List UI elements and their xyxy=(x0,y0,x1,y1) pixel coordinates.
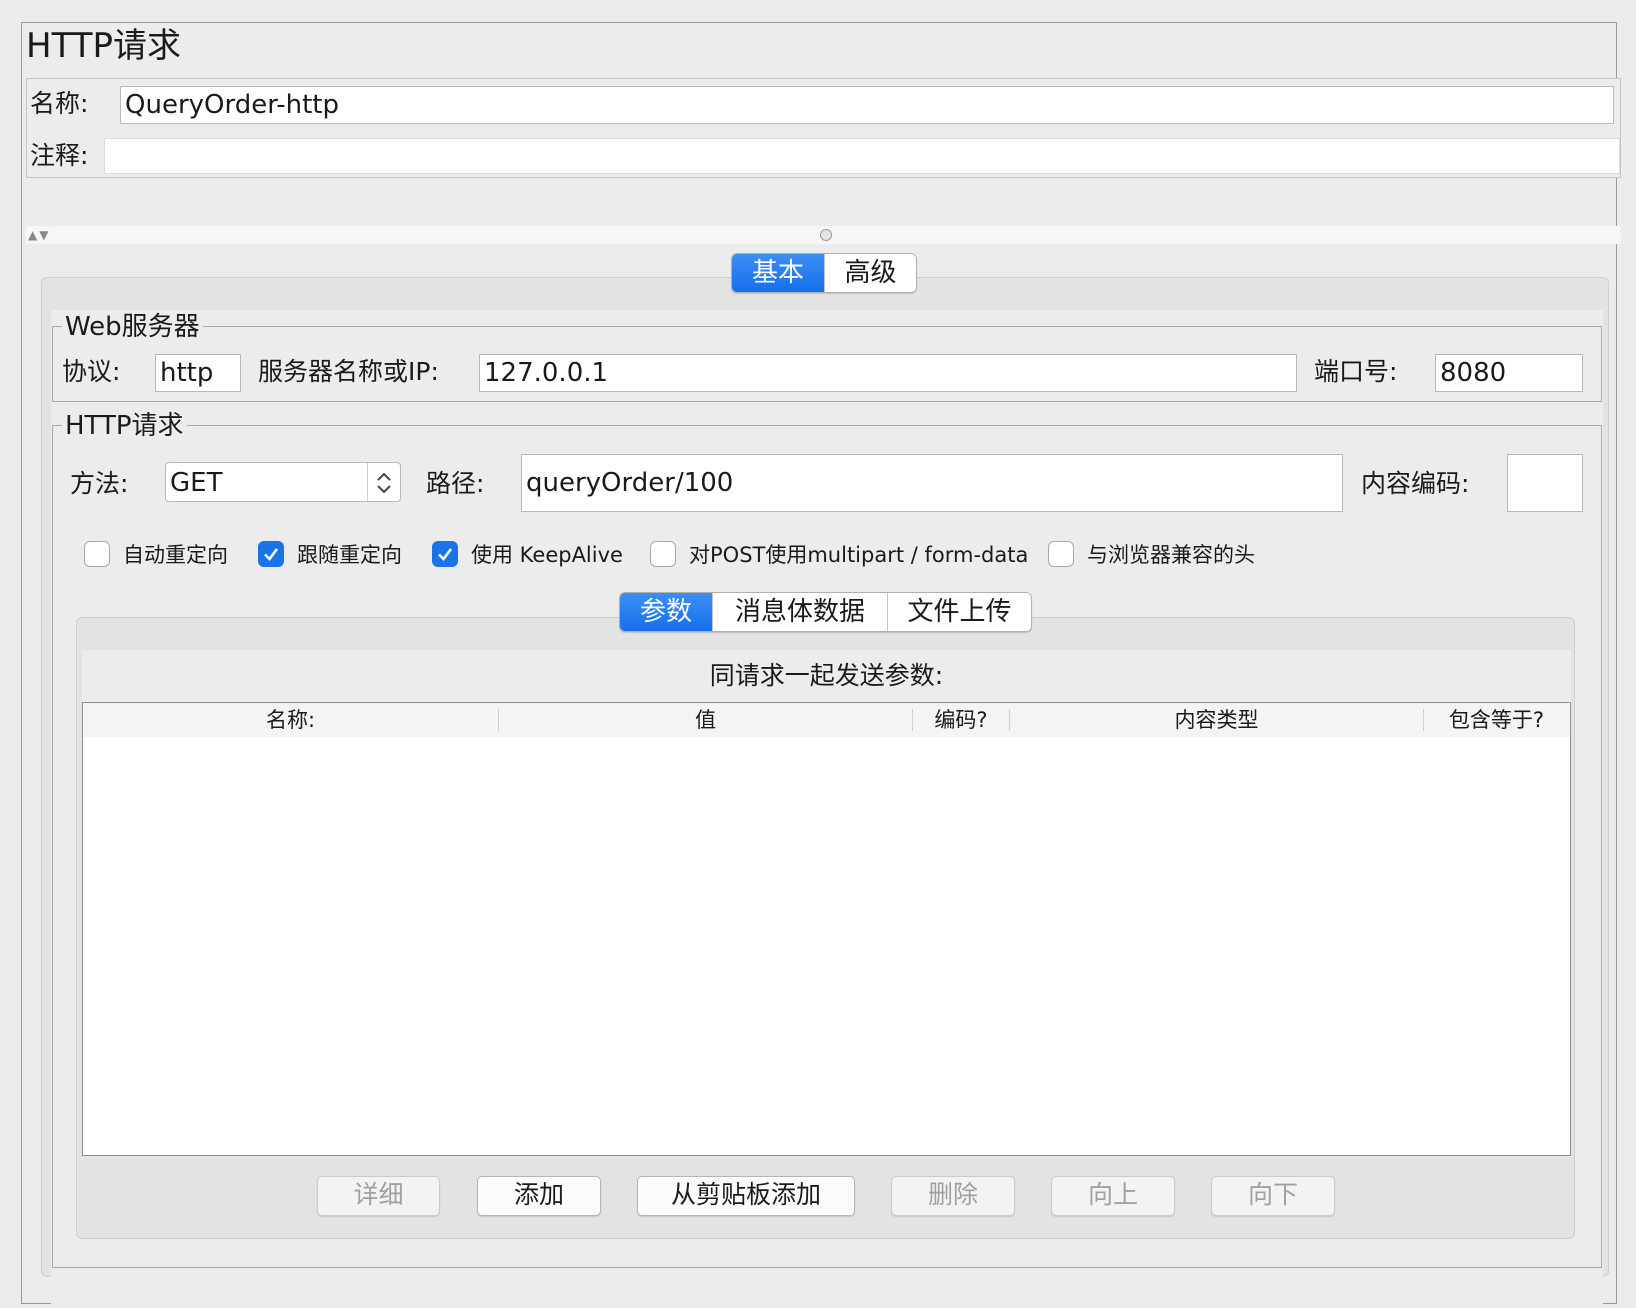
params-table-header: 名称: 值 编码? 内容类型 包含等于? xyxy=(83,703,1570,737)
name-input[interactable]: QueryOrder-http xyxy=(120,86,1614,124)
name-label: 名称: xyxy=(30,86,88,122)
method-value: GET xyxy=(170,465,222,501)
column-header-value[interactable]: 值 xyxy=(499,705,912,735)
method-select[interactable]: GET xyxy=(165,462,401,502)
option-auto-redirect[interactable]: 自动重定向 xyxy=(84,539,228,569)
comment-input[interactable] xyxy=(104,138,1620,174)
method-label: 方法: xyxy=(70,466,128,502)
option-label: 跟随重定向 xyxy=(297,539,402,569)
encoding-label: 内容编码: xyxy=(1361,466,1469,502)
select-arrows-icon xyxy=(372,469,396,497)
tab-body-data[interactable]: 消息体数据 xyxy=(712,593,887,631)
move-up-button[interactable]: 向上 xyxy=(1051,1176,1175,1216)
column-header-include-equals[interactable]: 包含等于? xyxy=(1424,705,1569,735)
tab-file-upload[interactable]: 文件上传 xyxy=(887,593,1031,631)
option-label: 自动重定向 xyxy=(123,539,228,569)
checkbox-multipart[interactable] xyxy=(650,541,676,567)
params-caption: 同请求一起发送参数: xyxy=(82,650,1571,702)
option-label: 使用 KeepAlive xyxy=(471,539,623,569)
add-button[interactable]: 添加 xyxy=(477,1176,601,1216)
delete-button[interactable]: 删除 xyxy=(891,1176,1015,1216)
top-tab-bar: 基本 高级 xyxy=(731,253,917,293)
panel-title: HTTP请求 xyxy=(26,26,181,66)
collapse-arrows-icon[interactable]: ▲▼ xyxy=(28,226,50,244)
params-table[interactable]: 名称: 值 编码? 内容类型 包含等于? xyxy=(82,702,1571,1156)
option-follow-redirect[interactable]: 跟随重定向 xyxy=(258,539,402,569)
port-label: 端口号: xyxy=(1314,354,1397,390)
http-request-group-title: HTTP请求 xyxy=(62,411,187,441)
option-multipart[interactable]: 对POST使用multipart / form-data xyxy=(650,539,1028,569)
option-label: 与浏览器兼容的头 xyxy=(1087,539,1255,569)
option-browser-headers[interactable]: 与浏览器兼容的头 xyxy=(1048,539,1255,569)
web-server-group-title: Web服务器 xyxy=(62,312,203,342)
detail-button[interactable]: 详细 xyxy=(317,1176,440,1216)
checkbox-auto-redirect[interactable] xyxy=(84,541,110,567)
server-input[interactable]: 127.0.0.1 xyxy=(479,354,1297,392)
protocol-input[interactable]: http xyxy=(155,354,241,392)
move-down-button[interactable]: 向下 xyxy=(1211,1176,1335,1216)
column-header-content-type[interactable]: 内容类型 xyxy=(1010,705,1423,735)
column-header-name[interactable]: 名称: xyxy=(83,705,498,735)
path-input[interactable]: queryOrder/100 xyxy=(521,454,1343,512)
tab-basic[interactable]: 基本 xyxy=(732,254,824,292)
option-keepalive[interactable]: 使用 KeepAlive xyxy=(432,539,623,569)
column-header-encode[interactable]: 编码? xyxy=(913,705,1009,735)
checkmark-icon xyxy=(436,545,454,563)
checkbox-browser-headers[interactable] xyxy=(1048,541,1074,567)
path-label: 路径: xyxy=(426,466,484,502)
add-from-clipboard-button[interactable]: 从剪贴板添加 xyxy=(637,1176,855,1216)
inner-tab-bar: 参数 消息体数据 文件上传 xyxy=(619,592,1032,632)
option-label: 对POST使用multipart / form-data xyxy=(689,539,1028,569)
checkbox-follow-redirect[interactable] xyxy=(258,541,284,567)
checkmark-icon xyxy=(262,545,280,563)
tab-advanced[interactable]: 高级 xyxy=(824,254,916,292)
splitter-handle[interactable] xyxy=(820,229,832,241)
protocol-label: 协议: xyxy=(62,354,120,390)
port-input[interactable]: 8080 xyxy=(1435,354,1583,392)
tab-params[interactable]: 参数 xyxy=(620,593,712,631)
server-label: 服务器名称或IP: xyxy=(258,354,439,390)
comment-label: 注释: xyxy=(30,138,88,174)
checkbox-keepalive[interactable] xyxy=(432,541,458,567)
encoding-input[interactable] xyxy=(1507,454,1583,512)
